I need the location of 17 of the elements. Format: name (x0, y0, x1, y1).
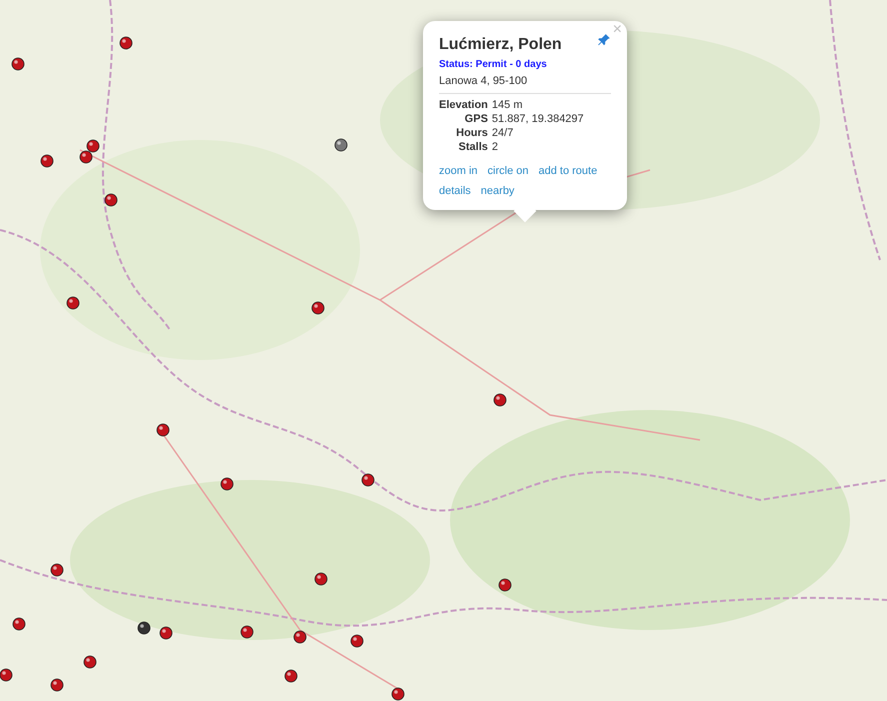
address-text: Lanowa 4, 95-100 (439, 73, 611, 94)
detail-label: Stalls (458, 140, 488, 154)
popup-link[interactable]: details (439, 184, 471, 198)
popup-title: Lućmierz, Polen (439, 35, 562, 55)
detail-value: 24/7 (492, 126, 514, 140)
detail-label: GPS (464, 112, 488, 126)
detail-label: Hours (455, 126, 488, 140)
detail-label: Elevation (439, 98, 488, 112)
status-text: Status: Permit - 0 days (439, 58, 548, 72)
popup-link[interactable]: zoom in (439, 164, 478, 178)
detail-value: 2 (492, 140, 500, 154)
popup-link[interactable]: add to route (538, 164, 598, 178)
pin-icon[interactable] (597, 33, 611, 47)
detail-value: 145 m (492, 98, 524, 112)
popup-link[interactable]: nearby (480, 184, 514, 198)
popup-link[interactable]: circle on (488, 164, 528, 178)
detail-value: 51.887, 19.384297 (492, 112, 585, 126)
